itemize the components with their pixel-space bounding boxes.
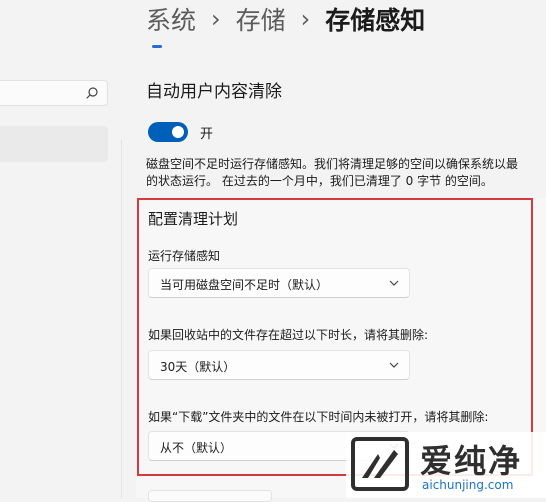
storage-sense-toggle[interactable] xyxy=(148,122,188,142)
search-icon[interactable] xyxy=(85,86,99,100)
section-description: 的状态运行。 在过去的一个月中，我们已清理了 0 字节 的空间。 xyxy=(146,174,493,188)
toggle-knob xyxy=(172,126,184,138)
toggle-state-label: 开 xyxy=(200,127,214,142)
breadcrumb-item-system[interactable]: 系统 xyxy=(146,1,196,37)
watermark-brand: 爱纯净 xyxy=(420,442,523,480)
title-accent-bar xyxy=(152,45,162,48)
sidebar xyxy=(0,0,122,498)
aichunjing-logo xyxy=(351,437,409,491)
watermark: 爱纯净 aichunjing.com xyxy=(346,432,546,498)
page-title: 存储感知 xyxy=(325,6,426,35)
section-description: 磁盘空间不足时运行存储感知。我们将清理足够的空间以确保系统以最 xyxy=(146,157,519,171)
sidebar-item-selected[interactable] xyxy=(0,126,108,162)
content-divider xyxy=(121,140,122,498)
breadcrumb-separator: › xyxy=(211,5,221,33)
section-title: 自动用户内容清除 xyxy=(146,82,282,102)
watermark-domain: aichunjing.com xyxy=(422,478,514,492)
breadcrumb-item-storage[interactable]: 存储 xyxy=(236,1,286,37)
breadcrumb-separator: › xyxy=(300,5,311,33)
search-input[interactable] xyxy=(0,80,108,106)
breadcrumb: 系统 › 存储 › 存储感知 xyxy=(146,2,425,36)
run-now-button[interactable] xyxy=(148,490,272,502)
